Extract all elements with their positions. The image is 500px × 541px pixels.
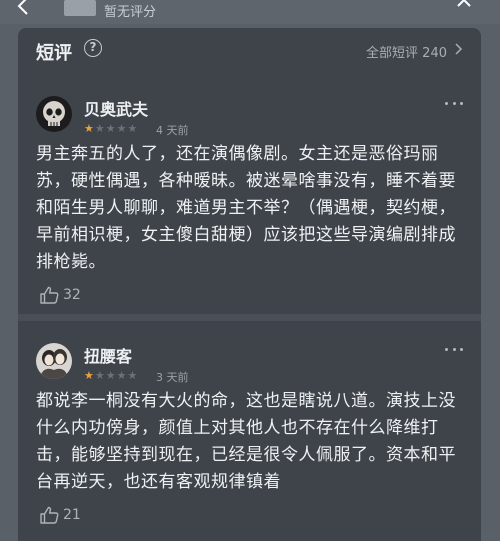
avatar[interactable]: [36, 343, 72, 379]
more-options-icon[interactable]: [445, 348, 463, 352]
star-icon: ★: [94, 369, 105, 382]
section-header: 短评 ? 全部短评 240: [18, 28, 481, 72]
skull-avatar-icon: [36, 96, 72, 132]
star-icon: ★: [127, 369, 138, 382]
help-icon[interactable]: ?: [84, 39, 102, 57]
movie-thumbnail: [64, 0, 96, 16]
star-icon: ★: [105, 369, 116, 382]
close-icon[interactable]: [454, 0, 474, 14]
star-icon: ★: [116, 369, 127, 382]
star-icon: ★: [105, 122, 116, 135]
review-time: 3 天前: [156, 371, 189, 384]
review-time: 4 天前: [156, 124, 189, 137]
chevron-right-icon[interactable]: [455, 43, 463, 55]
review-item: 扭腰客 ★ ★ ★ ★ ★ 3 天前 都说李一桐没有大火的命，这也是瞎说八道。演…: [18, 321, 481, 541]
thumbs-up-icon: [40, 286, 59, 304]
like-button[interactable]: 21: [40, 506, 81, 524]
star-icon: ★: [127, 122, 138, 135]
star-icon: ★: [116, 122, 127, 135]
rating-status: 暂无评分: [104, 5, 157, 20]
username[interactable]: 贝奥武夫: [84, 96, 148, 120]
like-count: 32: [63, 287, 81, 303]
thumbs-up-icon: [40, 506, 59, 524]
star-rating: ★ ★ ★ ★ ★: [84, 370, 137, 382]
star-icon: ★: [84, 369, 94, 382]
avatar[interactable]: [36, 96, 72, 132]
top-bar: 暂无评分: [0, 0, 500, 24]
star-icon: ★: [84, 122, 94, 135]
like-button[interactable]: 32: [40, 286, 81, 304]
short-reviews-card: 短评 ? 全部短评 240 贝奥武夫 ★ ★ ★ ★ ★ 4 天前 男主奔五的人…: [18, 28, 481, 541]
review-text: 都说李一桐没有大火的命，这也是瞎说八道。演技上没什么内功傍身，颜值上对其他人也不…: [36, 391, 456, 492]
star-icon: ★: [94, 122, 105, 135]
review-divider: [18, 314, 481, 321]
back-arrow-icon[interactable]: [14, 0, 34, 16]
all-reviews-link[interactable]: 全部短评 240: [366, 42, 447, 61]
like-count: 21: [63, 507, 81, 523]
photo-avatar-icon: [36, 343, 72, 379]
section-title: 短评: [36, 43, 72, 64]
more-options-icon[interactable]: [445, 102, 463, 106]
review-text: 男主奔五的人了，还在演偶像剧。女主还是恶俗玛丽苏，硬性偶遇，各种暧昧。被迷晕啥事…: [36, 144, 456, 272]
star-rating: ★ ★ ★ ★ ★: [84, 123, 137, 135]
review-item: 贝奥武夫 ★ ★ ★ ★ ★ 4 天前 男主奔五的人了，还在演偶像剧。女主还是恶…: [18, 72, 481, 314]
username[interactable]: 扭腰客: [84, 343, 132, 367]
